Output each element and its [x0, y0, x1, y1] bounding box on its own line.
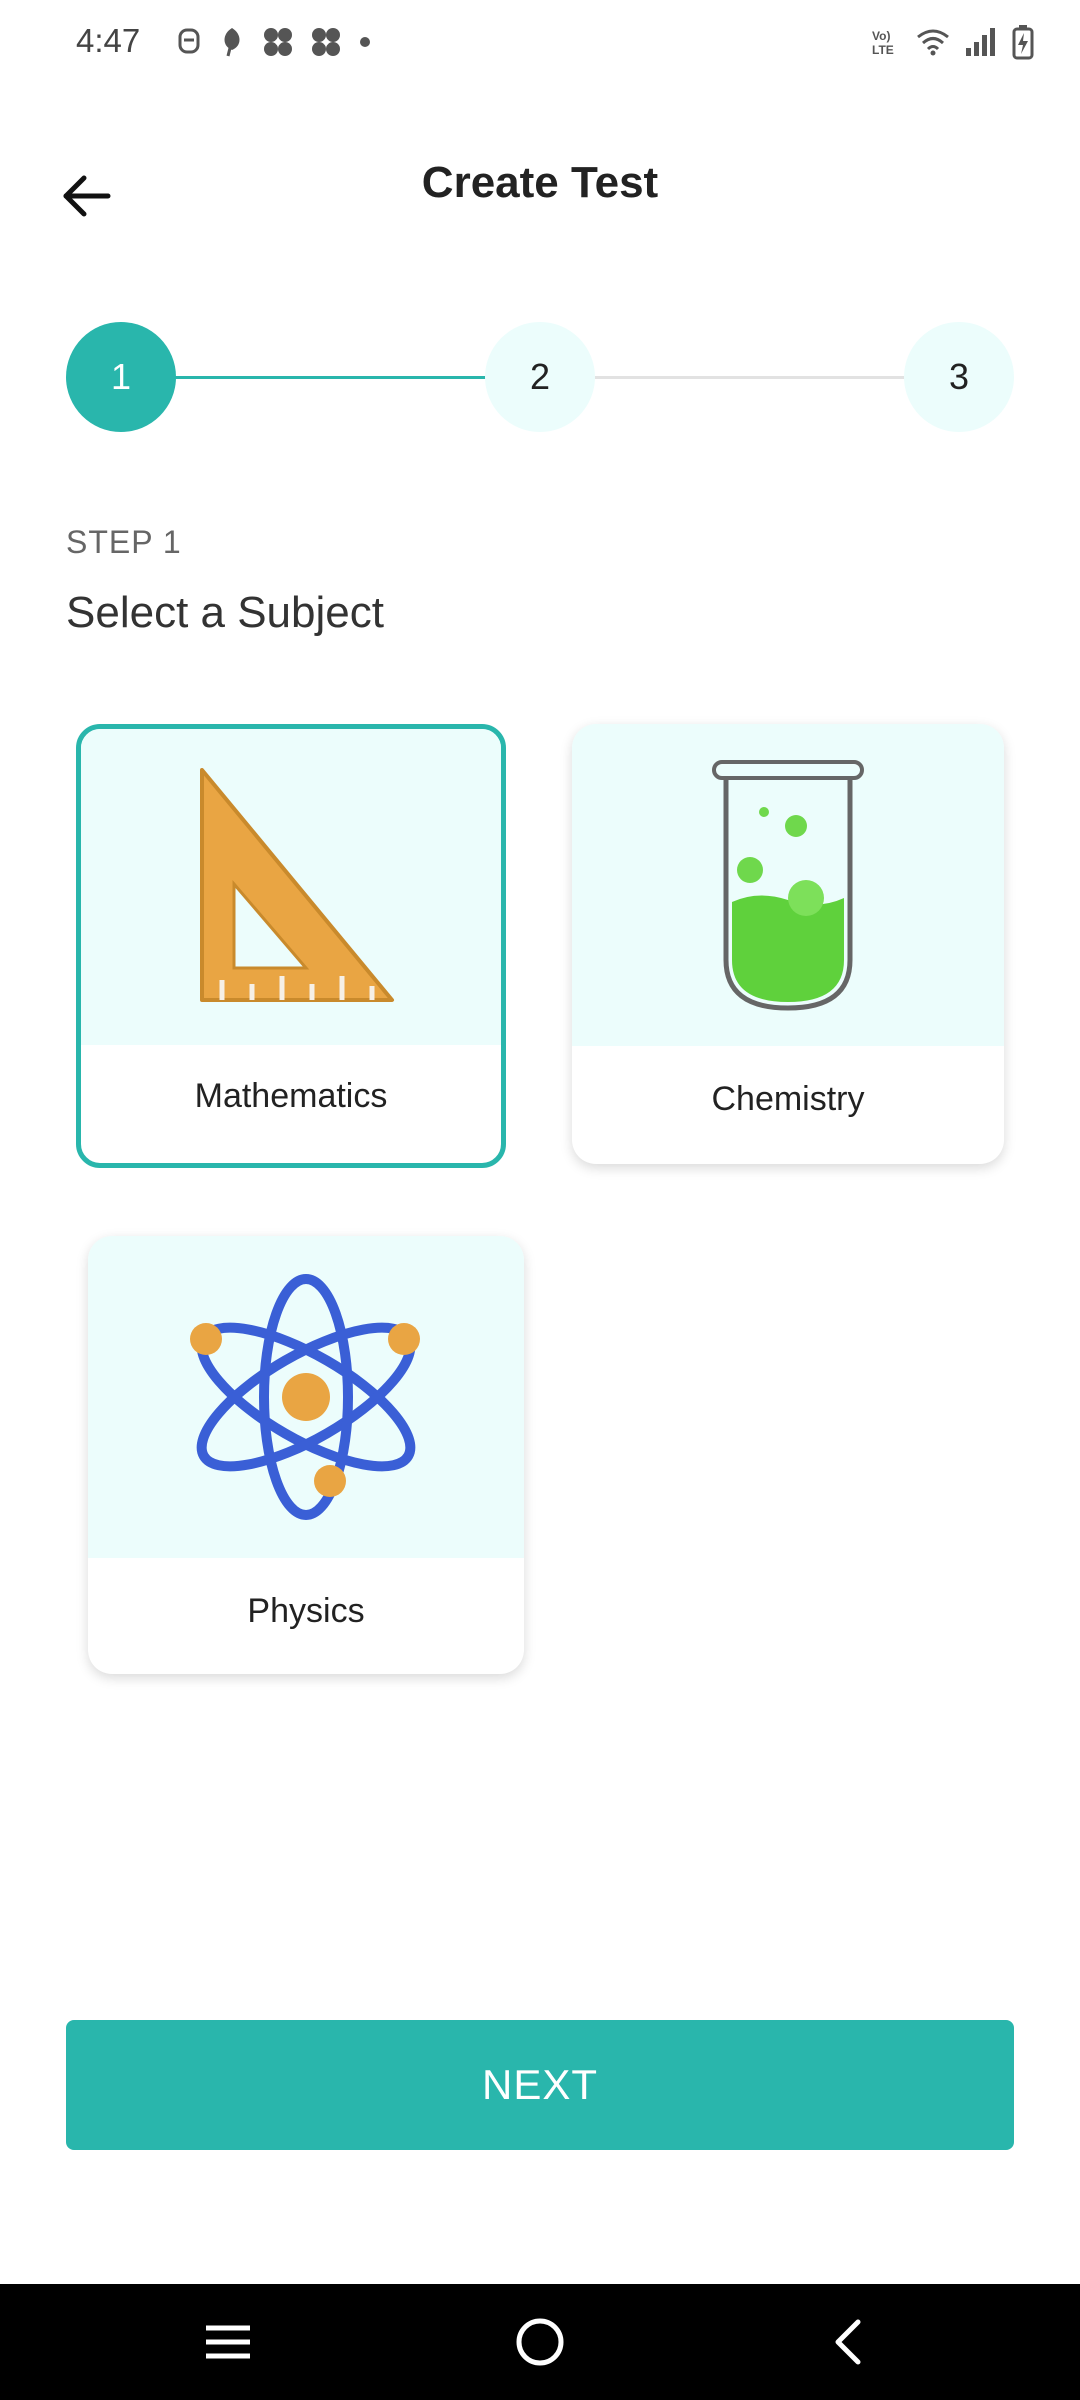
pinwheel-icon [262, 26, 294, 63]
step-connector-1 [175, 376, 487, 379]
set-square-icon [200, 768, 394, 1002]
system-icons: Vo) LTE [870, 24, 1034, 65]
home-icon [516, 2318, 564, 2366]
atom-icon [190, 1274, 420, 1520]
subject-image [81, 729, 501, 1045]
signal-icon [964, 26, 998, 63]
dot-icon [358, 35, 372, 54]
recent-apps-icon [206, 2325, 250, 2359]
profile-icon [176, 27, 202, 62]
subject-card-mathematics[interactable]: Mathematics [76, 724, 506, 1168]
volte-icon: Vo) LTE [870, 26, 902, 63]
stepper: 1 2 3 [0, 322, 1080, 434]
status-time: 4:47 [76, 22, 141, 59]
wifi-icon [916, 27, 950, 62]
subject-card-physics[interactable]: Physics [88, 1236, 524, 1674]
notification-icons [176, 26, 372, 63]
system-back-button[interactable] [820, 2312, 880, 2372]
subject-label: Physics [247, 1592, 365, 1630]
subject-label: Chemistry [711, 1080, 865, 1118]
page-title: Create Test [421, 158, 659, 207]
app-header: Create Test [0, 140, 1080, 240]
recent-apps-button[interactable] [198, 2312, 258, 2372]
step-2-indicator: 2 [485, 322, 595, 432]
step-3-indicator: 3 [904, 322, 1014, 432]
leaf-icon [218, 26, 246, 63]
back-icon [835, 2319, 861, 2365]
subject-image [88, 1236, 524, 1558]
next-button[interactable]: NEXT [66, 2020, 1014, 2150]
subject-image [572, 724, 1004, 1046]
test-tube-icon [712, 760, 864, 1011]
subject-label: Mathematics [194, 1077, 388, 1115]
battery-charging-icon [1012, 24, 1034, 65]
svg-text:LTE: LTE [872, 43, 894, 57]
pinwheel-icon [310, 26, 342, 63]
svg-text:Vo): Vo) [872, 29, 890, 43]
step-connector-2 [595, 376, 907, 379]
navigation-bar [0, 2284, 1080, 2400]
subject-card-chemistry[interactable]: Chemistry [572, 724, 1004, 1164]
status-bar: 4:47 Vo) LTE [0, 0, 1080, 90]
home-button[interactable] [510, 2312, 570, 2372]
step-label: STEP 1 [66, 524, 182, 560]
step-heading: Select a Subject [66, 588, 384, 637]
step-1-indicator: 1 [66, 322, 176, 432]
